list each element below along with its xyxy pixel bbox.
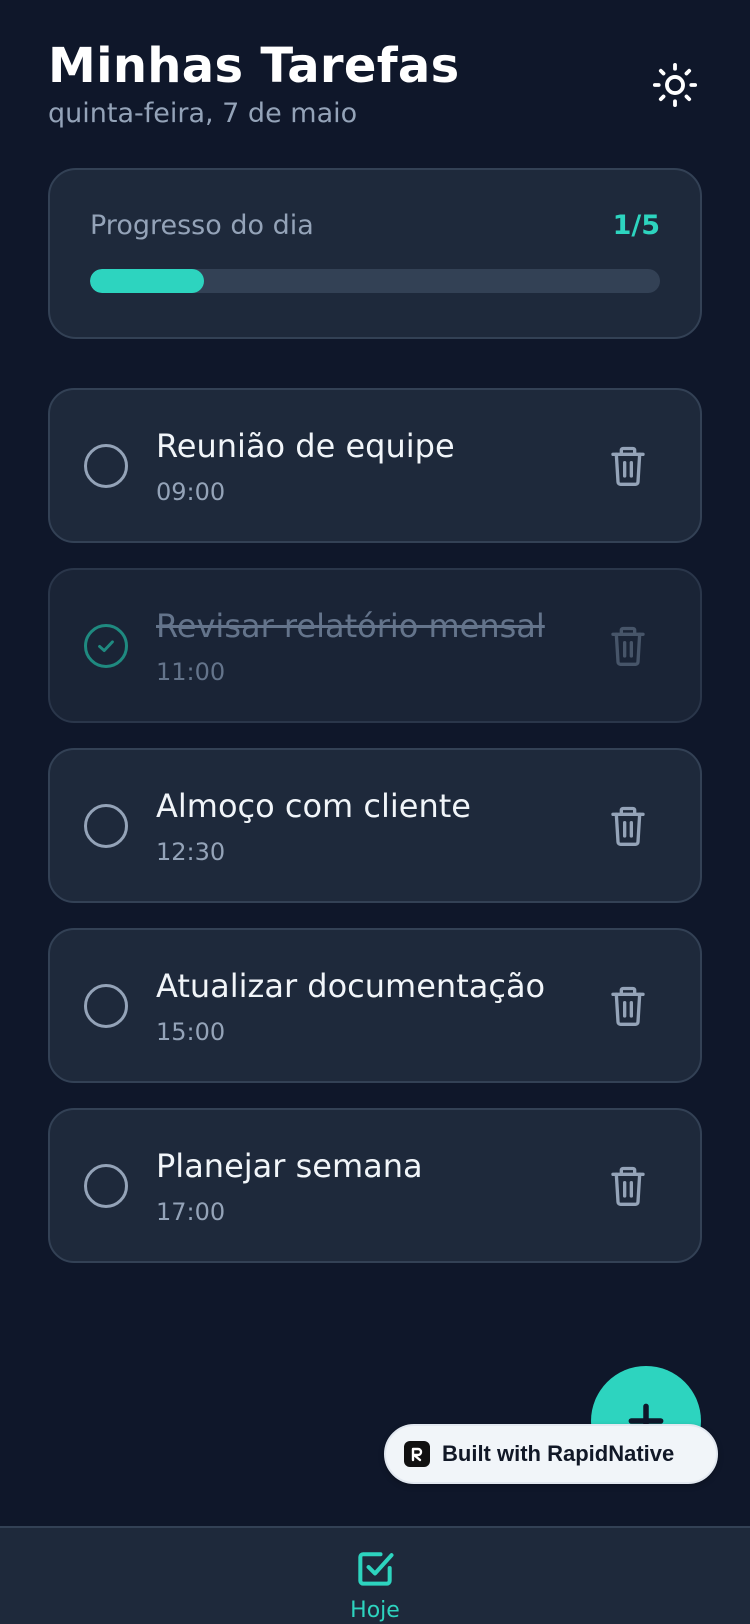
page-title: Minhas Tarefas xyxy=(48,38,460,94)
task-time: 11:00 xyxy=(156,657,226,686)
task-text: Atualizar documentação 15:00 xyxy=(156,966,608,1046)
progress-bar-fill xyxy=(90,269,204,293)
sun-icon xyxy=(652,62,698,108)
tab-today[interactable]: Hoje xyxy=(350,1528,400,1624)
task-title: Almoço com cliente xyxy=(156,786,471,825)
task-time: 15:00 xyxy=(156,1017,226,1046)
trash-icon xyxy=(611,1166,645,1206)
task-item[interactable]: Atualizar documentação 15:00 xyxy=(48,928,702,1083)
task-checkbox[interactable] xyxy=(84,983,128,1028)
delete-task-button[interactable] xyxy=(608,984,648,1028)
task-checkbox[interactable] xyxy=(84,623,128,668)
task-list: Reunião de equipe 09:00 Revisar relatóri… xyxy=(48,388,702,1288)
task-time: 09:00 xyxy=(156,477,226,506)
trash-icon xyxy=(611,626,645,666)
task-title: Revisar relatório mensal xyxy=(156,606,545,645)
header-text: Minhas Tarefas quinta-feira, 7 de maio xyxy=(48,36,459,129)
task-text: Almoço com cliente 12:30 xyxy=(156,786,608,866)
task-title: Planejar semana xyxy=(156,1146,423,1185)
task-item[interactable]: Revisar relatório mensal 11:00 xyxy=(48,568,702,723)
progress-count: 1/5 xyxy=(612,210,660,241)
header: Minhas Tarefas quinta-feira, 7 de maio xyxy=(48,36,702,129)
delete-task-button[interactable] xyxy=(608,624,648,668)
task-checkbox[interactable] xyxy=(84,1163,128,1208)
task-text: Planejar semana 17:00 xyxy=(156,1146,608,1226)
badge-text: Built with RapidNative xyxy=(442,1441,675,1466)
task-text: Reunião de equipe 09:00 xyxy=(156,426,608,506)
trash-icon xyxy=(611,986,645,1026)
progress-header: Progresso do dia 1/5 xyxy=(90,210,660,241)
progress-card: Progresso do dia 1/5 xyxy=(48,168,702,339)
bottom-tab-bar: Hoje xyxy=(0,1526,750,1624)
checkmark-icon xyxy=(98,639,114,652)
task-text: Revisar relatório mensal 11:00 xyxy=(156,606,608,686)
task-title: Atualizar documentação xyxy=(156,966,546,1005)
delete-task-button[interactable] xyxy=(608,444,648,488)
task-item[interactable]: Reunião de equipe 09:00 xyxy=(48,388,702,543)
task-title: Reunião de equipe xyxy=(156,426,455,465)
task-time: 17:00 xyxy=(156,1197,226,1226)
built-with-badge[interactable]: Built with RapidNative xyxy=(384,1424,718,1484)
trash-icon xyxy=(611,806,645,846)
task-checkbox[interactable] xyxy=(84,803,128,848)
task-item[interactable]: Planejar semana 17:00 xyxy=(48,1108,702,1263)
date-subtitle: quinta-feira, 7 de maio xyxy=(48,98,358,129)
delete-task-button[interactable] xyxy=(608,804,648,848)
trash-icon xyxy=(611,446,645,486)
theme-toggle-button[interactable] xyxy=(648,58,702,112)
task-item[interactable]: Almoço com cliente 12:30 xyxy=(48,748,702,903)
progress-bar xyxy=(90,269,660,293)
progress-label: Progresso do dia xyxy=(90,210,314,241)
tab-today-label: Hoje xyxy=(350,1598,400,1623)
task-time: 12:30 xyxy=(156,837,226,866)
checkbox-icon xyxy=(358,1552,394,1586)
rapidnative-logo-icon xyxy=(404,1441,430,1467)
delete-task-button[interactable] xyxy=(608,1164,648,1208)
task-checkbox[interactable] xyxy=(84,443,128,488)
